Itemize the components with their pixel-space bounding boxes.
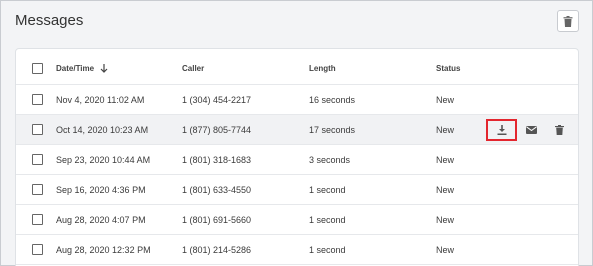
trash-icon: [563, 15, 573, 27]
row-date: Aug 28, 2020 4:07 PM: [56, 214, 146, 225]
table-row[interactable]: Nov 4, 2020 11:02 AM 1 (304) 454-2217 16…: [16, 85, 578, 115]
row-date: Sep 23, 2020 10:44 AM: [56, 154, 151, 165]
row-length: 1 second: [309, 214, 346, 225]
column-header-status: Status: [436, 64, 461, 73]
row-checkbox[interactable]: [32, 154, 43, 165]
row-checkbox[interactable]: [32, 244, 43, 255]
column-header-length: Length: [309, 64, 336, 73]
table-row[interactable]: Aug 28, 2020 12:32 PM 1 (801) 214-5286 1…: [16, 235, 578, 265]
row-actions: [486, 115, 573, 144]
download-icon: [497, 124, 507, 135]
row-caller: 1 (304) 454-2217: [182, 94, 252, 105]
row-length: 16 seconds: [309, 94, 356, 105]
table-row[interactable]: Sep 16, 2020 4:36 PM 1 (801) 633-4550 1 …: [16, 175, 578, 205]
row-length: 1 second: [309, 184, 346, 195]
row-checkbox[interactable]: [32, 94, 43, 105]
delete-all-button[interactable]: [557, 10, 579, 32]
email-button[interactable]: [517, 120, 545, 140]
messages-table: Date/Time Caller Length Status Nov 4, 20…: [15, 48, 579, 266]
row-caller: 1 (801) 691-5660: [182, 214, 252, 225]
row-caller: 1 (801) 633-4550: [182, 184, 252, 195]
arrow-down-icon[interactable]: [100, 64, 108, 73]
row-status: New: [436, 214, 455, 225]
row-status: New: [436, 184, 455, 195]
row-date: Sep 16, 2020 4:36 PM: [56, 184, 146, 195]
envelope-icon: [525, 125, 537, 134]
row-date: Oct 14, 2020 10:23 AM: [56, 124, 149, 135]
trash-icon: [554, 124, 564, 135]
row-checkbox[interactable]: [32, 184, 43, 195]
row-length: 1 second: [309, 244, 346, 255]
row-caller: 1 (877) 805-7744: [182, 124, 252, 135]
table-row[interactable]: Sep 23, 2020 10:44 AM 1 (801) 318-1683 3…: [16, 145, 578, 175]
delete-button[interactable]: [545, 120, 573, 140]
row-caller: 1 (801) 214-5286: [182, 244, 252, 255]
column-header-caller: Caller: [182, 64, 205, 73]
select-all-checkbox[interactable]: [32, 63, 43, 74]
table-row[interactable]: Oct 14, 2020 10:23 AM 1 (877) 805-7744 1…: [16, 115, 578, 145]
page-title: Messages: [15, 12, 84, 29]
messages-panel: Messages Date/Time Caller Length Status …: [0, 0, 593, 266]
download-button[interactable]: [486, 118, 517, 141]
row-status: New: [436, 154, 455, 165]
row-length: 17 seconds: [309, 124, 356, 135]
row-status: New: [436, 124, 455, 135]
row-date: Aug 28, 2020 12:32 PM: [56, 244, 151, 255]
table-header: Date/Time Caller Length Status: [16, 53, 578, 85]
row-caller: 1 (801) 318-1683: [182, 154, 252, 165]
row-date: Nov 4, 2020 11:02 AM: [56, 94, 145, 105]
column-header-date[interactable]: Date/Time: [56, 53, 108, 84]
row-checkbox[interactable]: [32, 124, 43, 135]
column-date-label: Date/Time: [56, 64, 95, 73]
row-status: New: [436, 244, 455, 255]
row-checkbox[interactable]: [32, 214, 43, 225]
row-length: 3 seconds: [309, 154, 351, 165]
table-row[interactable]: Aug 28, 2020 4:07 PM 1 (801) 691-5660 1 …: [16, 205, 578, 235]
row-status: New: [436, 94, 455, 105]
